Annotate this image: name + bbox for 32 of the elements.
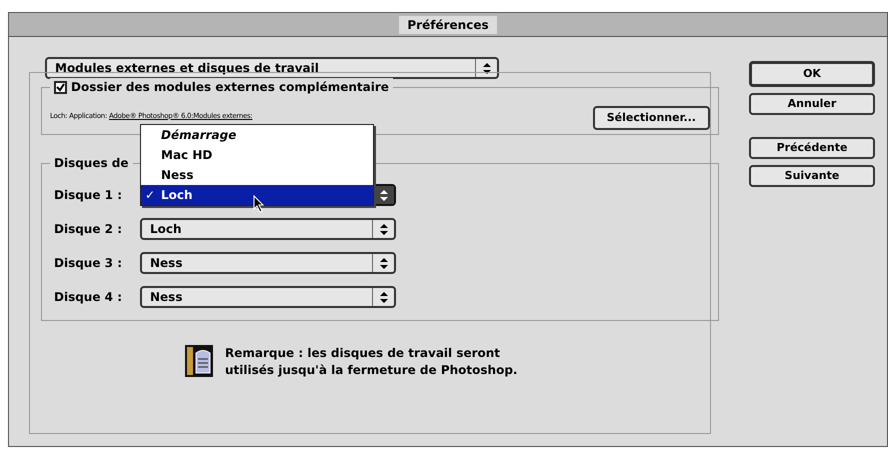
menu-item-label: Mac HD — [161, 147, 212, 164]
menu-item-label: Loch — [161, 187, 193, 204]
checkbox[interactable] — [54, 80, 67, 94]
disk-label: Disque 1 : — [54, 187, 123, 204]
up-down-arrows-icon — [380, 224, 388, 234]
menu-item[interactable]: Démarrage — [141, 125, 373, 145]
up-down-arrows-icon — [380, 292, 388, 302]
up-down-arrows-icon — [380, 190, 388, 200]
popup-menu[interactable]: Loch — [140, 218, 396, 240]
checkbox-label: Dossier des modules externes complémentaire — [71, 79, 389, 96]
select-button[interactable]: Sélectionner... — [592, 106, 710, 130]
disk-label: Disque 4 : — [54, 289, 123, 306]
popup-menu[interactable]: Ness — [140, 252, 396, 274]
menu-item-label: Ness — [161, 167, 194, 184]
dialog-button[interactable]: Précédente — [749, 137, 875, 159]
up-down-arrows-icon — [380, 258, 388, 268]
popup-menu[interactable]: Ness — [140, 286, 396, 308]
menu-item-label: Démarrage — [161, 127, 236, 144]
disk-label: Disque 2 : — [54, 221, 123, 238]
menu-item[interactable]: ✓ Loch — [141, 185, 373, 205]
notebook-icon — [185, 345, 213, 377]
menu-item[interactable]: Ness — [141, 165, 373, 185]
dialog-button[interactable]: Suivante — [749, 165, 875, 187]
disk-label: Disque 3 : — [54, 255, 123, 272]
menu-item[interactable]: Mac HD — [141, 145, 373, 165]
window-title: Préférences — [399, 16, 497, 34]
check-mark: ✓ — [145, 188, 156, 202]
dialog-button[interactable]: Annuler — [749, 93, 875, 115]
check-icon — [56, 82, 65, 92]
note-text: Remarque : les disques de travail seront utilisés jusqu'à la fermeture de Photoshop. — [225, 345, 518, 379]
up-down-arrows-icon — [482, 62, 490, 74]
dialog-button[interactable]: OK — [749, 61, 875, 87]
